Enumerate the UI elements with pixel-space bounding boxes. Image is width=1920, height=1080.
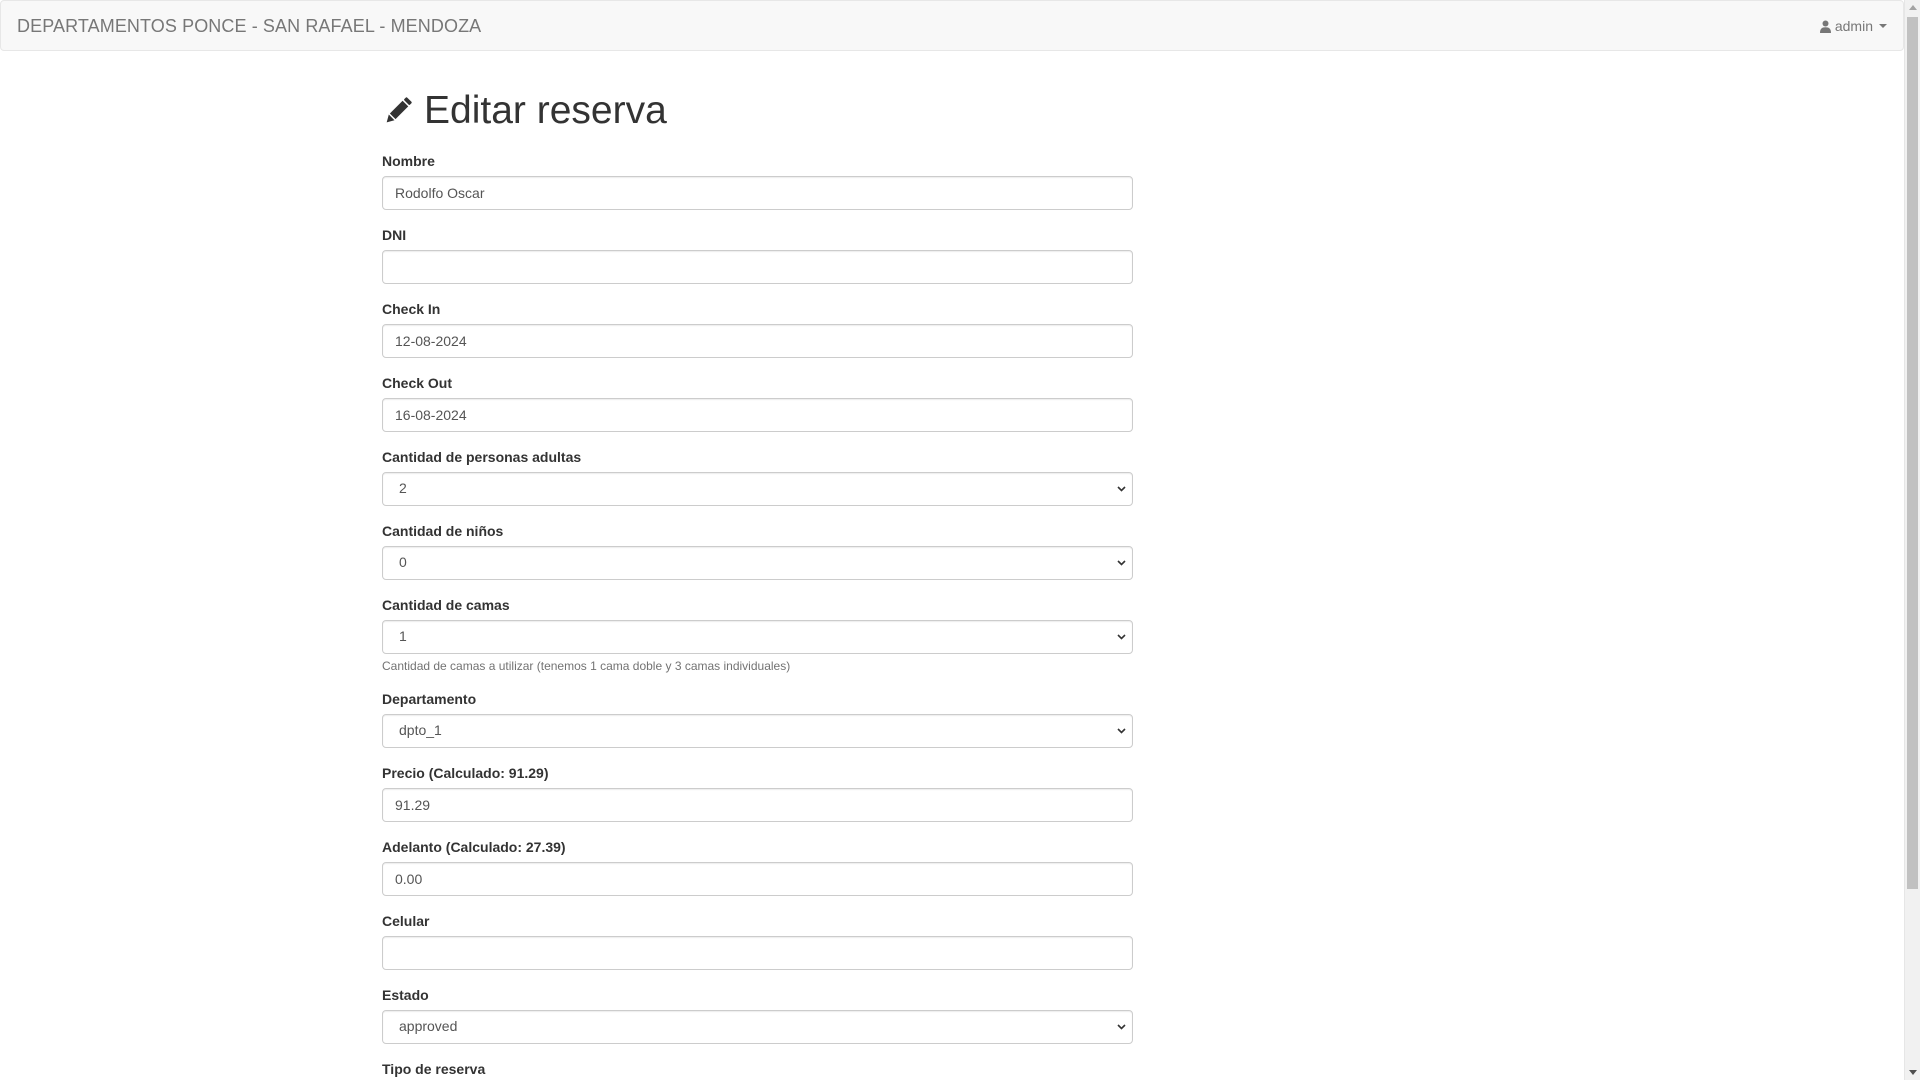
main-content: Editar reserva Nombre DNI Check In Check… xyxy=(382,88,1133,1080)
chevron-down-icon xyxy=(1117,634,1126,640)
chevron-down-icon xyxy=(1117,560,1126,566)
dni-input[interactable] xyxy=(382,250,1133,284)
scrollbar-thumb[interactable] xyxy=(1907,17,1918,889)
form-group-estado: Estado approved xyxy=(382,985,1133,1044)
nombre-label: Nombre xyxy=(382,153,435,169)
check-out-input[interactable] xyxy=(382,398,1133,432)
user-icon xyxy=(1819,20,1831,33)
adultos-select[interactable]: 2 xyxy=(382,472,1133,506)
form-group-ninos: Cantidad de niños 0 xyxy=(382,521,1133,580)
check-out-label: Check Out xyxy=(382,375,453,391)
check-in-input[interactable] xyxy=(382,324,1133,358)
page: DEPARTAMENTOS PONCE - SAN RAFAEL - MENDO… xyxy=(0,0,1920,1080)
scroll-up-arrow-icon[interactable] xyxy=(1909,5,1917,10)
adelanto-input[interactable] xyxy=(382,862,1133,896)
estado-selected-value: approved xyxy=(399,1018,458,1034)
user-menu-dropdown[interactable]: admin xyxy=(1819,18,1887,34)
form-group-adelanto: Adelanto (Calculado: 27.39) xyxy=(382,837,1133,896)
adultos-selected-value: 2 xyxy=(399,480,407,496)
estado-select[interactable]: approved xyxy=(382,1010,1133,1044)
form-group-camas: Cantidad de camas 1 Cantidad de camas a … xyxy=(382,595,1133,674)
form-group-check-in: Check In xyxy=(382,299,1133,358)
caret-down-icon xyxy=(1879,24,1887,28)
navbar: DEPARTAMENTOS PONCE - SAN RAFAEL - MENDO… xyxy=(0,0,1904,51)
dni-label: DNI xyxy=(382,227,407,243)
ninos-label: Cantidad de niños xyxy=(382,523,504,539)
celular-label: Celular xyxy=(382,913,430,929)
chevron-down-icon xyxy=(1117,728,1126,734)
user-menu-label: admin xyxy=(1834,18,1873,34)
page-title: Editar reserva xyxy=(382,88,1133,134)
camas-selected-value: 1 xyxy=(399,628,407,644)
form-group-celular: Celular xyxy=(382,911,1133,970)
page-scrollbar[interactable] xyxy=(1904,0,1920,1080)
check-in-label: Check In xyxy=(382,301,441,317)
departamento-label: Departamento xyxy=(382,691,477,707)
precio-label: Precio (Calculado: 91.29) xyxy=(382,765,549,781)
departamento-selected-value: dpto_1 xyxy=(399,722,442,738)
camas-select[interactable]: 1 xyxy=(382,620,1133,654)
ninos-select[interactable]: 0 xyxy=(382,546,1133,580)
adelanto-label: Adelanto (Calculado: 27.39) xyxy=(382,839,566,855)
form-group-precio: Precio (Calculado: 91.29) xyxy=(382,763,1133,822)
estado-label: Estado xyxy=(382,987,429,1003)
adultos-label: Cantidad de personas adultas xyxy=(382,449,582,465)
page-title-text: Editar reserva xyxy=(424,89,667,132)
form-group-adultos: Cantidad de personas adultas 2 xyxy=(382,447,1133,506)
navbar-brand[interactable]: DEPARTAMENTOS PONCE - SAN RAFAEL - MENDO… xyxy=(17,16,481,37)
form-group-dni: DNI xyxy=(382,225,1133,284)
tipo-reserva-label: Tipo de reserva xyxy=(382,1061,486,1077)
form-group-tipo-reserva: Tipo de reserva xyxy=(382,1059,1133,1080)
pencil-icon xyxy=(386,97,412,123)
scroll-down-arrow-icon[interactable] xyxy=(1909,1070,1917,1075)
chevron-down-icon xyxy=(1117,486,1126,492)
form-group-departamento: Departamento dpto_1 xyxy=(382,689,1133,748)
nombre-input[interactable] xyxy=(382,176,1133,210)
camas-label: Cantidad de camas xyxy=(382,597,510,613)
form-group-check-out: Check Out xyxy=(382,373,1133,432)
departamento-select[interactable]: dpto_1 xyxy=(382,714,1133,748)
precio-input[interactable] xyxy=(382,788,1133,822)
camas-help-text: Cantidad de camas a utilizar (tenemos 1 … xyxy=(382,659,791,673)
chevron-down-icon xyxy=(1117,1024,1126,1030)
celular-input[interactable] xyxy=(382,936,1133,970)
form-group-nombre: Nombre xyxy=(382,151,1133,210)
ninos-selected-value: 0 xyxy=(399,554,407,570)
